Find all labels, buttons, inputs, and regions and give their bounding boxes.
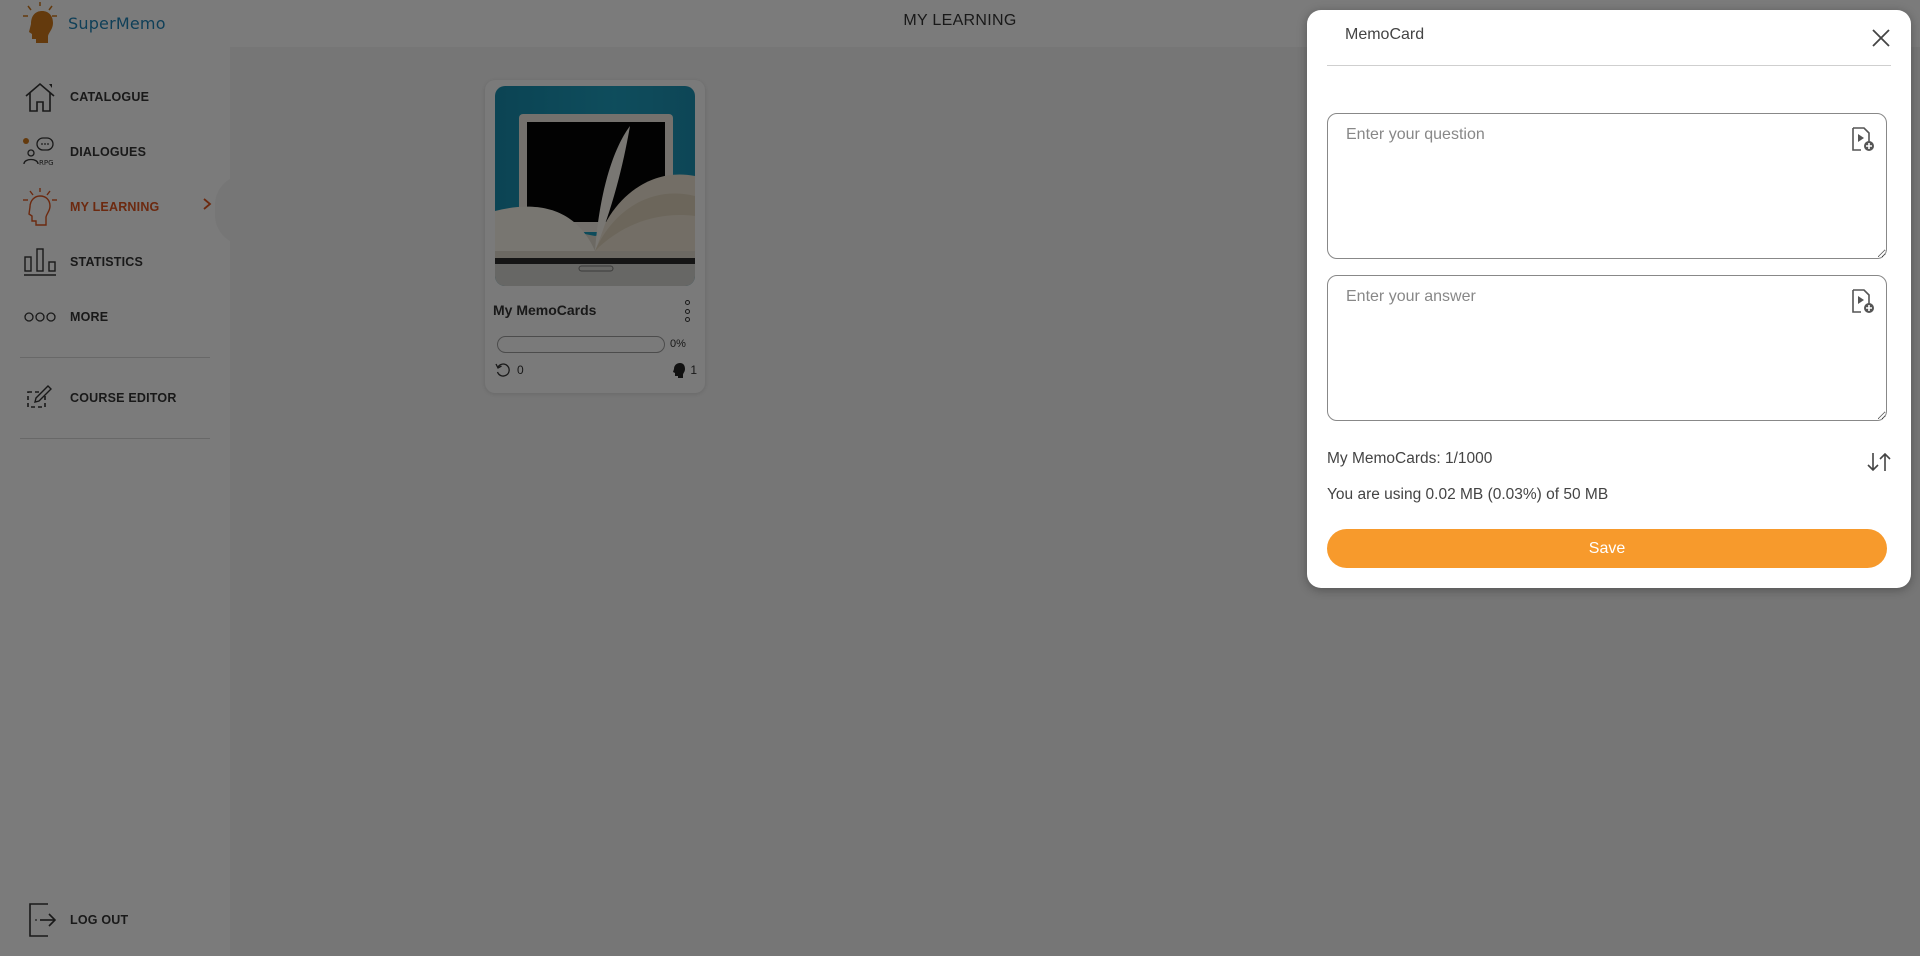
storage-usage: You are using 0.02 MB (0.03%) of 50 MB bbox=[1327, 486, 1609, 503]
question-input[interactable] bbox=[1328, 114, 1886, 258]
add-media-icon[interactable] bbox=[1850, 288, 1876, 314]
save-button[interactable]: Save bbox=[1327, 529, 1887, 568]
add-media-icon[interactable] bbox=[1850, 126, 1876, 152]
close-icon[interactable] bbox=[1869, 26, 1893, 50]
answer-input[interactable] bbox=[1328, 276, 1886, 420]
memocard-modal: MemoCard My MemoCards: 1/1000 You are us… bbox=[1307, 10, 1911, 588]
modal-title: MemoCard bbox=[1345, 26, 1425, 43]
memocards-count: My MemoCards: 1/1000 bbox=[1327, 450, 1493, 467]
answer-field bbox=[1327, 275, 1887, 421]
question-field bbox=[1327, 113, 1887, 259]
swap-arrows-icon[interactable] bbox=[1865, 450, 1893, 474]
modal-divider bbox=[1327, 65, 1891, 66]
